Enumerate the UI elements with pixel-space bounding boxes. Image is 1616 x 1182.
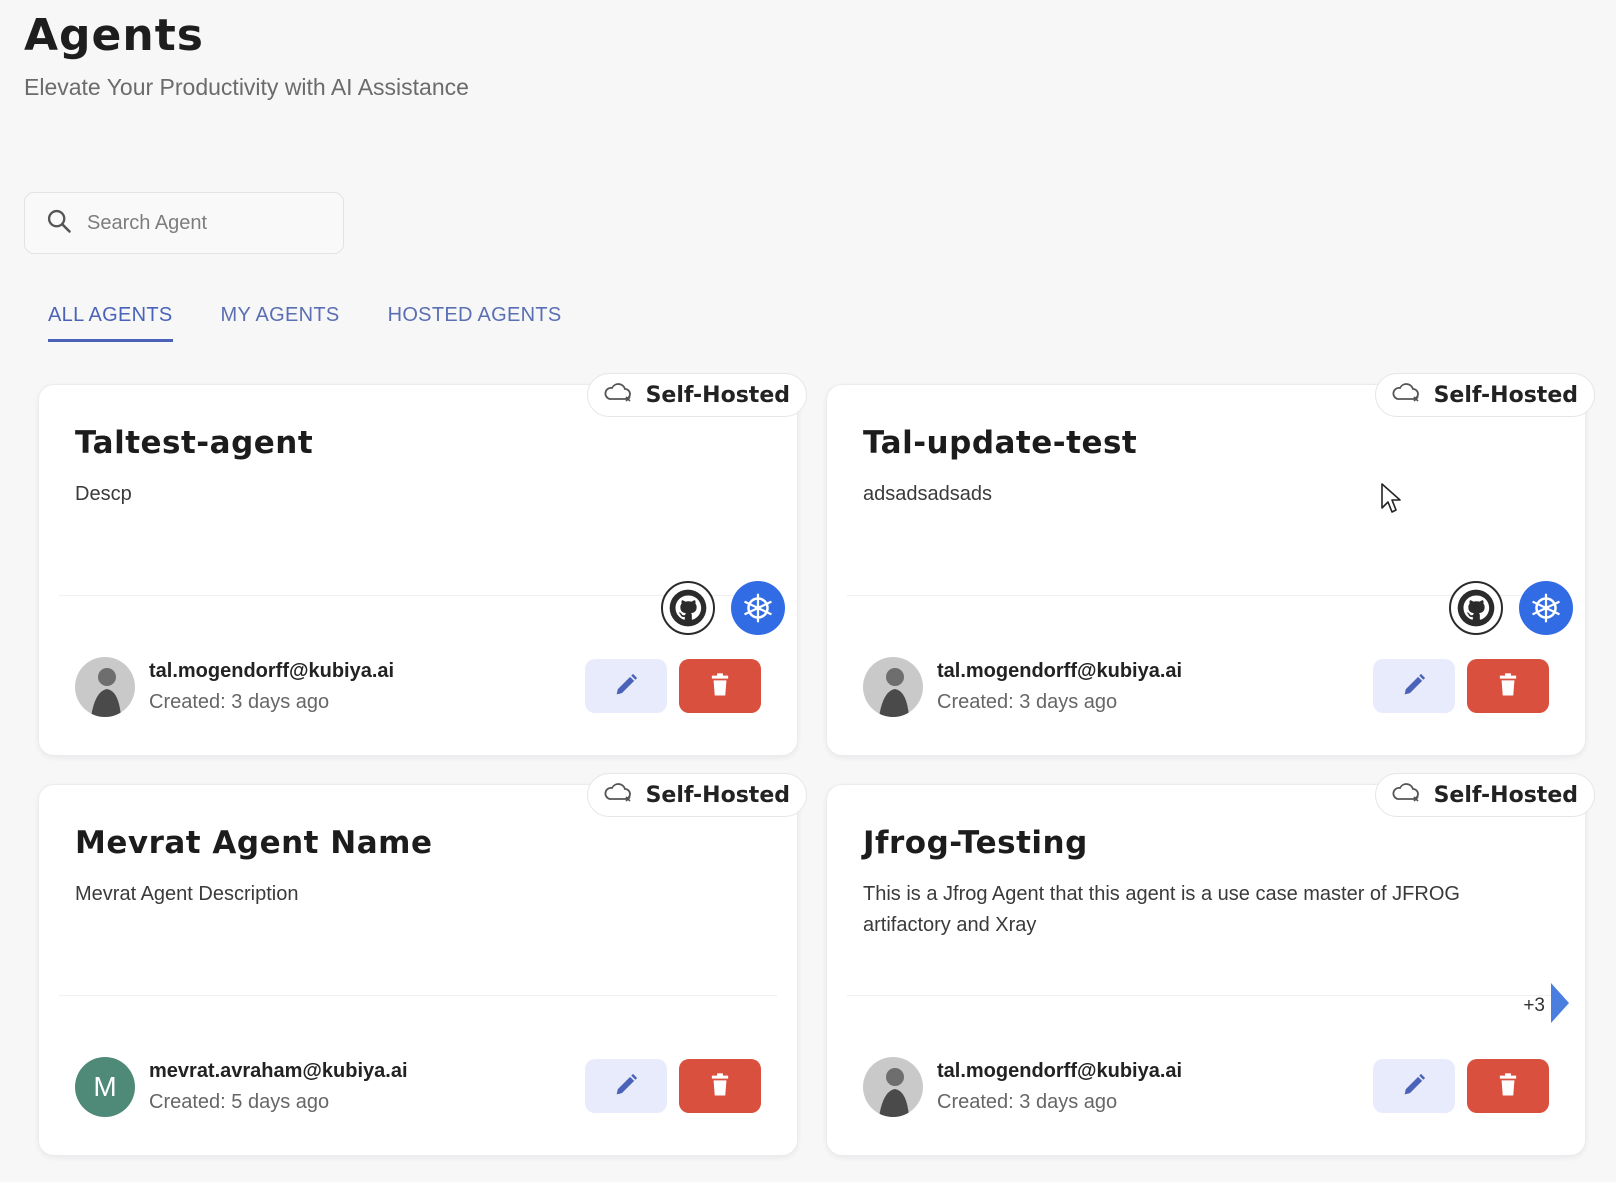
- agent-tabs: ALL AGENTS MY AGENTS HOSTED AGENTS: [48, 304, 562, 342]
- pencil-icon: [1400, 1071, 1428, 1102]
- search-box[interactable]: [24, 192, 344, 254]
- search-icon: [45, 207, 73, 240]
- delete-button[interactable]: [1467, 1059, 1549, 1113]
- page-subtitle: Elevate Your Productivity with AI Assist…: [24, 74, 469, 100]
- integrations: +3: [1523, 981, 1573, 1031]
- delete-button[interactable]: [679, 659, 761, 713]
- edit-button[interactable]: [585, 659, 667, 713]
- owner-email: tal.mogendorff@kubiya.ai: [937, 1060, 1183, 1082]
- badge-label: Self-Hosted: [645, 382, 790, 408]
- agent-card[interactable]: Self-Hosted Tal-update-test adsadsadsads…: [826, 373, 1595, 756]
- agent-card[interactable]: Self-Hosted Taltest-agent Descp tal.moge…: [38, 373, 807, 756]
- delete-button[interactable]: [1467, 659, 1549, 713]
- agent-name: Taltest-agent: [75, 425, 314, 461]
- badge-label: Self-Hosted: [1433, 782, 1578, 808]
- pencil-icon: [1400, 671, 1428, 702]
- more-count: +3: [1523, 995, 1545, 1016]
- mouse-cursor-icon: [1380, 482, 1402, 514]
- chevron-right-icon: [1547, 981, 1573, 1031]
- trash-icon: [706, 1071, 734, 1102]
- created-date: Created: 3 days ago: [937, 691, 1118, 713]
- agents-page: Agents Elevate Your Productivity with AI…: [0, 0, 1616, 1182]
- kubernetes-icon[interactable]: [1519, 581, 1573, 635]
- cloud-icon: [1390, 780, 1422, 810]
- self-hosted-badge: Self-Hosted: [586, 373, 807, 417]
- github-icon[interactable]: [661, 581, 715, 635]
- pencil-icon: [612, 1071, 640, 1102]
- agent-description: adsadsadsads: [863, 483, 992, 505]
- github-icon[interactable]: [1449, 581, 1503, 635]
- pencil-icon: [612, 671, 640, 702]
- cloud-icon: [1390, 380, 1422, 410]
- self-hosted-badge: Self-Hosted: [1374, 773, 1595, 817]
- agent-description: Mevrat Agent Description: [75, 883, 299, 905]
- owner-info: tal.mogendorff@kubiya.ai Created: 3 days…: [863, 657, 1182, 717]
- cloud-icon: [602, 380, 634, 410]
- owner-email: mevrat.avraham@kubiya.ai: [149, 1060, 408, 1082]
- badge-label: Self-Hosted: [1433, 382, 1578, 408]
- agent-description: This is a Jfrog Agent that this agent is…: [863, 883, 1460, 936]
- card-divider: [847, 995, 1565, 996]
- integrations: [661, 581, 785, 635]
- tab-my-agents[interactable]: MY AGENTS: [221, 304, 340, 342]
- tab-all-agents[interactable]: ALL AGENTS: [48, 304, 173, 342]
- search-input[interactable]: [87, 211, 317, 235]
- edit-button[interactable]: [1373, 1059, 1455, 1113]
- card-divider: [59, 995, 777, 996]
- kubernetes-icon[interactable]: [731, 581, 785, 635]
- badge-label: Self-Hosted: [645, 782, 790, 808]
- agent-card[interactable]: Self-Hosted Mevrat Agent Name Mevrat Age…: [38, 773, 807, 1156]
- cloud-icon: [602, 780, 634, 810]
- agent-card[interactable]: Self-Hosted Jfrog-Testing This is a Jfro…: [826, 773, 1595, 1156]
- more-integrations-button[interactable]: +3: [1523, 981, 1573, 1031]
- edit-button[interactable]: [585, 1059, 667, 1113]
- self-hosted-badge: Self-Hosted: [1374, 373, 1595, 417]
- created-date: Created: 3 days ago: [937, 1091, 1118, 1113]
- owner-info: tal.mogendorff@kubiya.ai Created: 3 days…: [75, 657, 394, 717]
- avatar: [863, 657, 923, 717]
- delete-button[interactable]: [679, 1059, 761, 1113]
- card-actions: [1373, 659, 1549, 713]
- avatar: [863, 1057, 923, 1117]
- owner-info: tal.mogendorff@kubiya.ai Created: 3 days…: [863, 1057, 1182, 1117]
- created-date: Created: 5 days ago: [149, 1091, 330, 1113]
- card-actions: [585, 659, 761, 713]
- agent-name: Jfrog-Testing: [863, 825, 1088, 861]
- owner-email: tal.mogendorff@kubiya.ai: [937, 660, 1183, 682]
- avatar: [75, 657, 135, 717]
- owner-email: tal.mogendorff@kubiya.ai: [149, 660, 395, 682]
- trash-icon: [1494, 1071, 1522, 1102]
- agent-name: Mevrat Agent Name: [75, 825, 433, 861]
- card-actions: [585, 1059, 761, 1113]
- tab-hosted-agents[interactable]: HOSTED AGENTS: [388, 304, 562, 342]
- page-title: Agents: [24, 10, 204, 61]
- trash-icon: [706, 671, 734, 702]
- agent-description: Descp: [75, 483, 132, 505]
- avatar: M: [75, 1057, 135, 1117]
- trash-icon: [1494, 671, 1522, 702]
- created-date: Created: 3 days ago: [149, 691, 330, 713]
- edit-button[interactable]: [1373, 659, 1455, 713]
- owner-info: M mevrat.avraham@kubiya.ai Created: 5 da…: [75, 1057, 408, 1117]
- card-actions: [1373, 1059, 1549, 1113]
- agent-name: Tal-update-test: [863, 425, 1138, 461]
- integrations: [1449, 581, 1573, 635]
- self-hosted-badge: Self-Hosted: [586, 773, 807, 817]
